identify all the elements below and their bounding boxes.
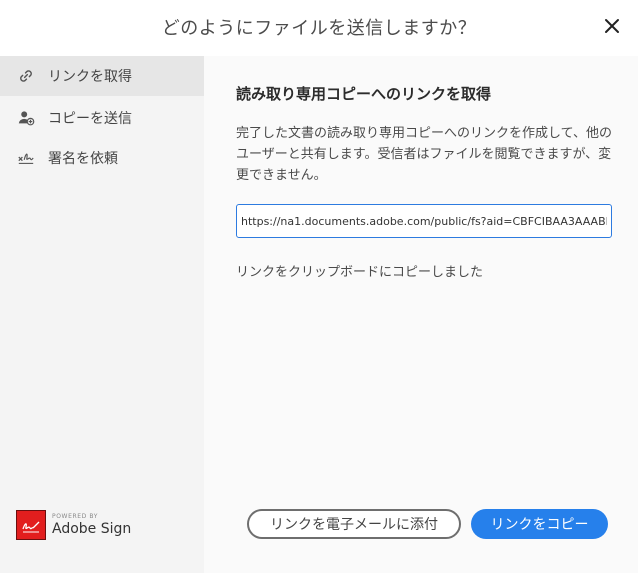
sidebar-item-get-link[interactable]: リンクを取得	[0, 56, 204, 96]
copy-link-button[interactable]: リンクをコピー	[471, 509, 608, 539]
signature-icon	[16, 148, 36, 168]
link-icon	[16, 66, 36, 86]
sidebar: リンクを取得 コピーを送信 署名を依頼	[0, 56, 204, 573]
dialog-title: どのようにファイルを送信しますか？	[161, 18, 477, 39]
sidebar-item-label: コピーを送信	[48, 111, 132, 127]
sidebar-item-send-copy[interactable]: コピーを送信	[0, 98, 204, 138]
attach-to-email-button[interactable]: リンクを電子メールに添付	[247, 509, 461, 539]
main-panel: 読み取り専用コピーへのリンクを取得 完了した文書の読み取り専用コピーへのリンクを…	[204, 56, 638, 573]
adobe-sign-logo-icon	[16, 510, 46, 540]
add-user-icon	[16, 108, 36, 128]
description-text: 完了した文書の読み取り専用コピーへのリンクを作成して、他のユーザーと共有します。…	[236, 126, 612, 183]
brand-name: Adobe Sign	[52, 521, 132, 537]
adobe-sign-logo: POWERED BY Adobe Sign	[16, 510, 131, 540]
sidebar-item-label: リンクを取得	[48, 69, 132, 85]
close-icon	[605, 19, 619, 33]
section-heading: 読み取り専用コピーへのリンクを取得	[236, 85, 492, 103]
dialog-header: どのようにファイルを送信しますか？	[0, 0, 638, 56]
link-url-field[interactable]	[236, 204, 612, 238]
sidebar-item-label: 署名を依頼	[48, 151, 118, 167]
powered-by-text: POWERED BY	[52, 513, 99, 520]
sidebar-item-request-signature[interactable]: 署名を依頼	[0, 138, 204, 178]
copied-status-message: リンクをクリップボードにコピーしました	[236, 265, 484, 280]
close-button[interactable]	[600, 14, 624, 38]
